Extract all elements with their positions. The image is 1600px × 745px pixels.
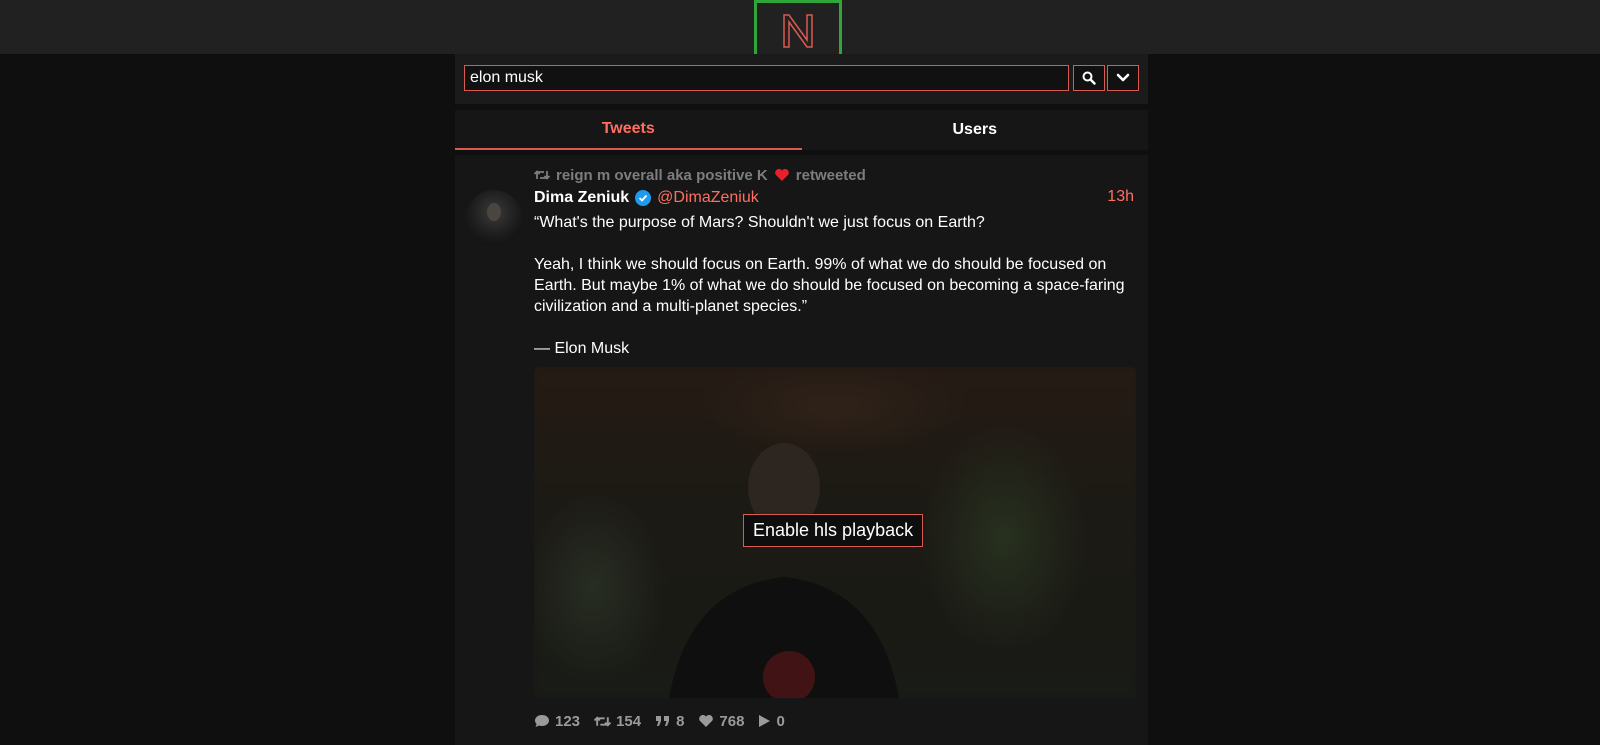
logo-n-icon [783,14,813,48]
tweet-text-paragraph: Yeah, I think we should focus on Earth. … [534,256,1125,315]
tweet-text-paragraph: — Elon Musk [534,340,630,357]
enable-hls-playback-button[interactable]: Enable hls playback [743,514,924,547]
logo[interactable] [754,0,842,62]
search-icon [1082,71,1096,85]
reply-stat[interactable]: 123 [534,713,580,730]
video-media[interactable]: Enable hls playback [534,367,1136,698]
retweet-line: reign m overall aka positive K retweeted [534,165,866,185]
tab-tweets[interactable]: Tweets [455,110,802,150]
retweeter-name[interactable]: reign m overall aka positive K [556,167,768,184]
options-dropdown-button[interactable] [1107,65,1139,91]
quote-stat[interactable]: 8 [655,713,684,730]
tweet-text-paragraph: “What's the purpose of Mars? Shouldn't w… [534,214,985,231]
retweet-icon [594,715,612,727]
verified-badge-icon [635,190,652,206]
views-stat[interactable]: 0 [758,712,785,730]
tweet-body: “What's the purpose of Mars? Shouldn't w… [534,212,1134,359]
author-name[interactable]: Dima Zeniuk [534,189,629,207]
avatar[interactable] [466,190,522,246]
reply-count: 123 [555,712,581,730]
tweet-header: Dima Zeniuk @DimaZeniuk 13h [534,188,1134,208]
search-button[interactable] [1073,65,1105,91]
views-count: 0 [776,712,785,730]
search-tabs: Tweets Users [455,110,1148,150]
tweet-card[interactable]: reign m overall aka positive K retweeted… [455,155,1148,745]
author-handle[interactable]: @DimaZeniuk [657,189,759,207]
chevron-down-icon [1116,73,1130,82]
comment-icon [535,715,549,727]
play-icon [759,715,771,727]
quote-icon [656,716,670,726]
main-column: Tweets Users reign m overall aka positiv… [455,54,1148,745]
retweet-suffix: retweeted [795,166,866,184]
search-bar [455,54,1148,104]
like-count: 768 [719,712,745,730]
quote-count: 8 [676,712,685,730]
retweet-icon [534,170,550,180]
tab-users[interactable]: Users [802,110,1149,150]
top-bar [0,0,1600,62]
heart-icon [774,168,789,181]
heart-icon [699,714,714,727]
search-input[interactable] [464,65,1069,91]
like-stat[interactable]: 768 [698,713,744,730]
retweet-count: 154 [616,712,642,730]
tweet-time[interactable]: 13h [1107,188,1134,206]
tweet-stats: 123 154 8 768 0 [534,711,785,731]
retweet-stat[interactable]: 154 [594,713,641,730]
